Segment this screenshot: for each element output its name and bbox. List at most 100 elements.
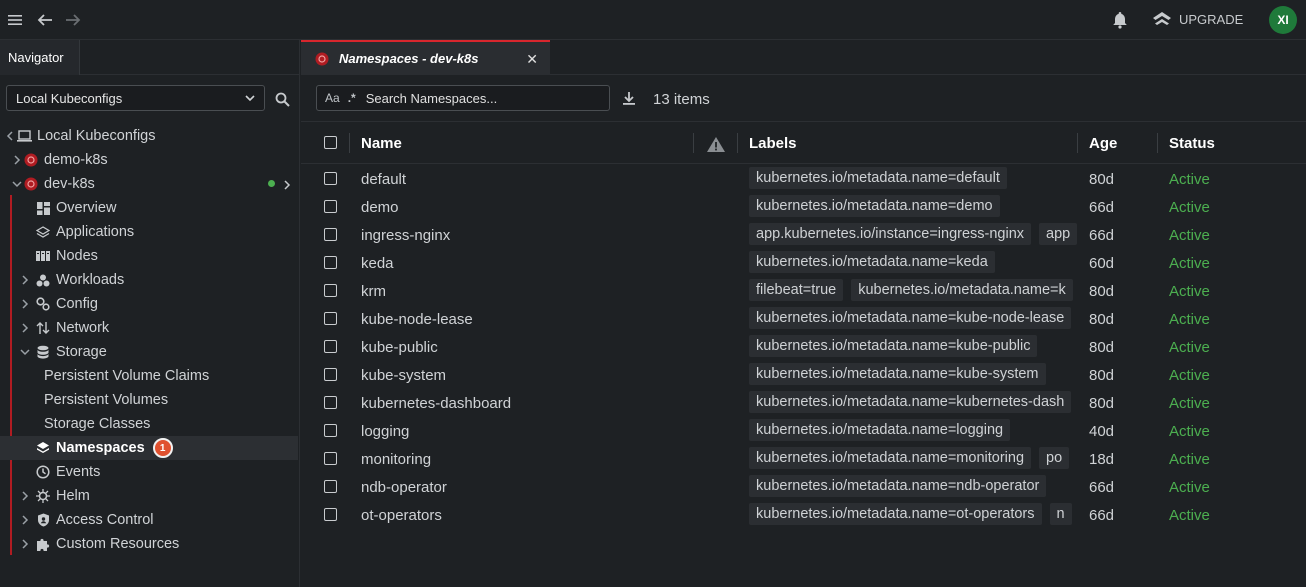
sidebar-item-label: Nodes — [56, 248, 98, 264]
sidebar-item-label: Overview — [56, 200, 117, 216]
namespace-name: kubernetes-dashboard — [361, 395, 512, 412]
cluster-icon — [23, 152, 39, 168]
bell-icon[interactable] — [1110, 10, 1130, 30]
overview-icon — [35, 200, 51, 216]
row-checkbox[interactable] — [324, 256, 337, 269]
tab-namespaces[interactable]: Namespaces - dev-k8s ✕ — [301, 40, 550, 75]
upgrade-button[interactable]: UPGRADE — [1152, 11, 1243, 27]
table-row[interactable]: monitoring kubernetes.io/metadata.name=mo… — [301, 445, 1306, 473]
close-icon[interactable]: ✕ — [526, 51, 538, 68]
back-arrow-icon[interactable] — [35, 10, 55, 30]
search-icon[interactable] — [275, 92, 290, 110]
table-row[interactable]: default kubernetes.io/metadata.name=defau… — [301, 165, 1306, 193]
puzzle-icon — [35, 536, 51, 552]
sidebar-item-applications[interactable]: Applications — [0, 220, 298, 244]
tree-item-local-kubeconfigs[interactable]: Local Kubeconfigs — [0, 124, 298, 148]
table-row[interactable]: kubernetes-dashboard kubernetes.io/metada… — [301, 389, 1306, 417]
table-row[interactable]: keda kubernetes.io/metadata.name=keda 60d A… — [301, 249, 1306, 277]
column-header-status[interactable]: Status — [1169, 135, 1215, 152]
sidebar-item-storage[interactable]: Storage — [0, 340, 298, 364]
table-row[interactable]: krm filebeat=true kubernetes.io/metadata.n… — [301, 277, 1306, 305]
label-chip: po — [1039, 447, 1070, 469]
item-count: 13 items — [653, 91, 710, 108]
column-header-name[interactable]: Name — [361, 135, 402, 152]
search-input[interactable]: Aa .* Search Namespaces... — [316, 85, 610, 111]
main-panel: Namespaces - dev-k8s ✕ Aa .* Search Name… — [301, 40, 1306, 587]
table-row[interactable]: ot-operators kubernetes.io/metadata.name=… — [301, 501, 1306, 529]
table-row[interactable]: demo kubernetes.io/metadata.name=demo 66d A… — [301, 193, 1306, 221]
kubeconfig-select[interactable]: Local Kubeconfigs — [6, 85, 265, 111]
sidebar-item-persistent-volume-claims[interactable]: Persistent Volume Claims — [0, 364, 298, 388]
column-divider — [1077, 133, 1078, 153]
config-icon — [35, 296, 51, 312]
row-checkbox[interactable] — [324, 340, 337, 353]
row-checkbox[interactable] — [324, 172, 337, 185]
network-icon — [35, 320, 51, 336]
column-header-labels[interactable]: Labels — [749, 135, 797, 152]
sidebar-item-namespaces[interactable]: Namespaces 1 — [0, 436, 298, 460]
sidebar-item-nodes[interactable]: Nodes — [0, 244, 298, 268]
table-row[interactable]: ndb-operator kubernetes.io/metadata.name=… — [301, 473, 1306, 501]
row-checkbox[interactable] — [324, 368, 337, 381]
sidebar-item-storage-classes[interactable]: Storage Classes — [0, 412, 298, 436]
namespace-name: ndb-operator — [361, 479, 447, 496]
sidebar-item-overview[interactable]: Overview — [0, 196, 298, 220]
age-cell: 80d — [1089, 283, 1115, 300]
sidebar-item-access-control[interactable]: Access Control — [0, 508, 298, 532]
sidebar-item-label: Namespaces — [56, 440, 145, 456]
download-icon[interactable] — [622, 91, 636, 108]
workloads-icon — [35, 272, 51, 288]
sidebar-item-network[interactable]: Network — [0, 316, 298, 340]
namespace-name: kube-system — [361, 367, 447, 384]
table-row[interactable]: kube-public kubernetes.io/metadata.name=k… — [301, 333, 1306, 361]
regex-toggle[interactable]: .* — [348, 91, 356, 105]
namespace-name: ot-operators — [361, 507, 442, 524]
column-header-age[interactable]: Age — [1089, 135, 1117, 152]
select-all-checkbox[interactable] — [324, 136, 337, 149]
status-cell: Active — [1169, 339, 1210, 356]
row-checkbox[interactable] — [324, 452, 337, 465]
label-chip: kubernetes.io/metadata.name=default — [749, 167, 1007, 189]
tree-item-demo-k8s[interactable]: demo-k8s — [0, 148, 298, 172]
row-checkbox[interactable] — [324, 228, 337, 241]
namespace-name: demo — [361, 199, 399, 216]
row-checkbox[interactable] — [324, 396, 337, 409]
table-row[interactable]: logging kubernetes.io/metadata.name=loggi… — [301, 417, 1306, 445]
row-checkbox[interactable] — [324, 200, 337, 213]
column-divider — [737, 133, 738, 153]
avatar[interactable]: XI — [1269, 6, 1297, 34]
age-cell: 60d — [1089, 255, 1115, 272]
row-checkbox[interactable] — [324, 312, 337, 325]
table-row[interactable]: kube-node-lease kubernetes.io/metadata.na… — [301, 305, 1306, 333]
row-checkbox[interactable] — [324, 424, 337, 437]
sidebar-item-workloads[interactable]: Workloads — [0, 268, 298, 292]
column-divider — [1157, 133, 1158, 153]
table-header: Name Labels Age Status — [301, 121, 1306, 164]
row-checkbox[interactable] — [324, 508, 337, 521]
warning-icon[interactable] — [706, 136, 726, 156]
row-checkbox[interactable] — [324, 284, 337, 297]
sidebar-item-helm[interactable]: Helm — [0, 484, 298, 508]
match-case-toggle[interactable]: Aa — [325, 91, 340, 105]
status-cell: Active — [1169, 451, 1210, 468]
sidebar-item-custom-resources[interactable]: Custom Resources — [0, 532, 298, 556]
status-cell: Active — [1169, 199, 1210, 216]
status-cell: Active — [1169, 395, 1210, 412]
tree-item-dev-k8s[interactable]: dev-k8s — [0, 172, 298, 196]
sidebar-item-events[interactable]: Events — [0, 460, 298, 484]
forward-arrow-icon[interactable] — [63, 10, 83, 30]
sidebar-item-label: Custom Resources — [56, 536, 180, 552]
helm-icon — [35, 488, 51, 504]
navigator-tab[interactable]: Navigator — [0, 40, 80, 75]
namespace-name: ingress-nginx — [361, 227, 451, 244]
sidebar-item-config[interactable]: Config — [0, 292, 298, 316]
row-checkbox[interactable] — [324, 480, 337, 493]
column-divider — [349, 133, 350, 153]
tree-item-label: Local Kubeconfigs — [37, 128, 156, 144]
hamburger-menu-icon[interactable] — [5, 10, 25, 30]
chevron-right-icon[interactable] — [283, 178, 291, 194]
status-cell: Active — [1169, 255, 1210, 272]
sidebar-item-persistent-volumes[interactable]: Persistent Volumes — [0, 388, 298, 412]
table-row[interactable]: ingress-nginx app.kubernetes.io/instance=… — [301, 221, 1306, 249]
table-row[interactable]: kube-system kubernetes.io/metadata.name=k… — [301, 361, 1306, 389]
